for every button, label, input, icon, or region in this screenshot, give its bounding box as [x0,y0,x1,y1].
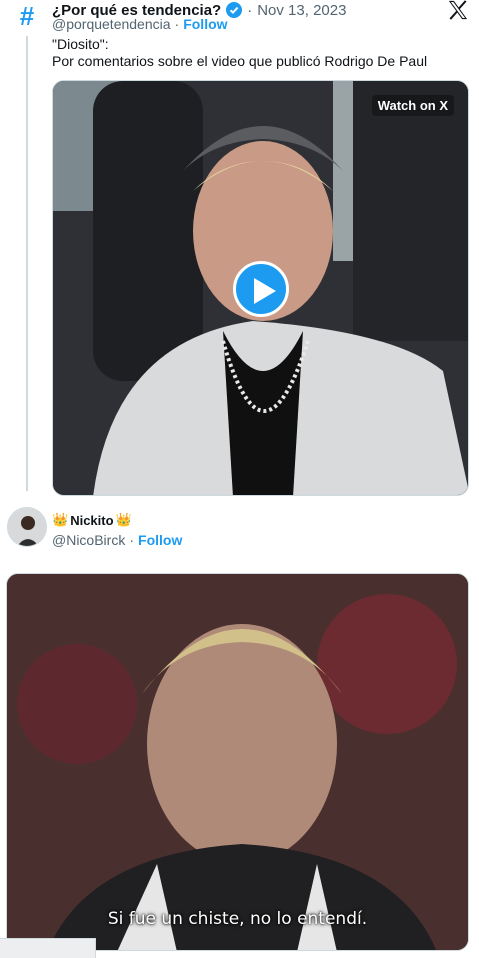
watch-on-x-badge[interactable]: Watch on X [371,95,454,116]
crown-emoji-icon: 👑 [52,512,69,527]
separator-dot: · [247,1,253,19]
follow-button[interactable]: Follow [138,532,182,548]
reply-name-row: 👑 Nickito 👑 [52,510,132,530]
tweet-date[interactable]: Nov 13, 2023 [257,2,346,19]
display-name[interactable]: Nickito [70,513,113,528]
x-logo-icon[interactable] [447,0,469,20]
meme-picture [7,574,468,950]
play-icon [254,278,276,304]
avatar[interactable] [7,507,47,547]
video-player[interactable]: Watch on X [52,80,469,496]
separator-dot: · [129,532,135,548]
verified-badge-icon [226,2,243,18]
meme-caption: Si fue un chiste, no lo entendí. [107,909,368,929]
crown-emoji-icon: 👑 [115,512,132,527]
handle-row: @porquetendencia · Follow [52,15,228,33]
separator-dot: · [174,16,180,32]
tweet-text-line: "Diosito": [52,36,109,52]
play-button[interactable] [233,261,289,317]
avatar-image [8,508,46,546]
reply-handle-row: @NicoBirck · Follow [52,531,182,549]
follow-button[interactable]: Follow [183,16,227,32]
hashtag-avatar-icon[interactable]: # [14,3,40,29]
handle[interactable]: @porquetendencia [52,16,171,32]
tweet-text-line: Por comentarios sobre el video que publi… [52,53,428,69]
bottom-bar [0,938,96,958]
tweet-text: "Diosito": Por comentarios sobre el vide… [52,36,427,70]
handle[interactable]: @NicoBirck [52,532,125,548]
thread-line [26,36,28,491]
meme-image[interactable]: Si fue un chiste, no lo entendí. [6,573,469,951]
